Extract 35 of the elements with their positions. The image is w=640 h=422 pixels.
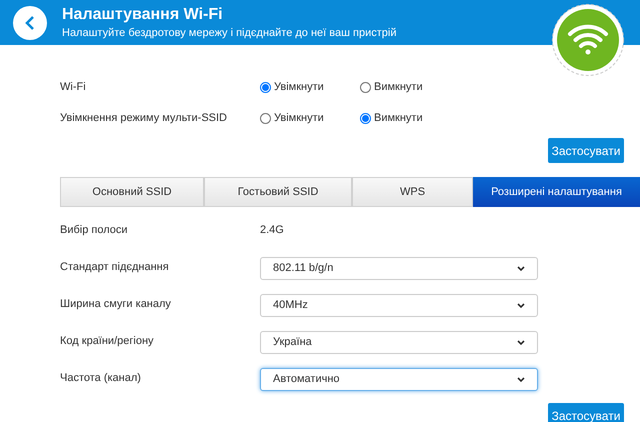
page-title: Налаштування Wi-Fi [62,4,224,24]
radio-button[interactable] [360,112,371,124]
field-label: Увімкнення режиму мульти-SSID [60,110,228,126]
tab[interactable]: Розширені налаштування [473,177,640,207]
field-label: Стандарт підєднання [60,260,170,275]
chevron-left-icon [25,16,35,30]
apply-button[interactable]: Застосувати [548,138,624,163]
page-subtitle: Налаштуйте бездротову мережу і підєднайте до неї ваш пристрій [62,26,396,40]
field-label: Код країни/регіону [60,334,155,349]
chevron-down-icon [517,302,525,308]
radio-button[interactable] [260,82,271,92]
apply-button[interactable]: Застосувати [548,403,624,422]
radio-label: Вимкнути [374,110,423,126]
tab[interactable]: Основний SSID [60,177,204,207]
select-field[interactable]: 40MHz [260,294,538,317]
radio-label: Увімкнути [274,110,324,126]
tab[interactable]: Гостьовий SSID [204,177,352,207]
back-button[interactable] [13,6,47,40]
select-field[interactable]: 802.11 b/g/n [260,257,538,280]
chevron-down-icon [517,340,525,346]
field-label: Вибір полоси [60,223,129,238]
select-field[interactable]: Автоматично [260,368,538,391]
field-value: 2.4G [260,223,284,238]
wifi-badge-icon [551,3,625,77]
radio-button[interactable] [360,82,371,92]
radio-button[interactable] [260,112,271,124]
radio-label: Увімкнути [274,80,324,95]
radio-label: Вимкнути [374,80,423,95]
tab[interactable]: WPS [352,177,473,207]
chevron-down-icon [517,376,525,382]
field-label: Частота (канал) [60,371,142,386]
field-label: Wi-Fi [60,80,87,95]
select-field[interactable]: Україна [260,331,538,354]
chevron-down-icon [517,266,525,272]
field-label: Ширина смуги каналу [60,297,172,312]
